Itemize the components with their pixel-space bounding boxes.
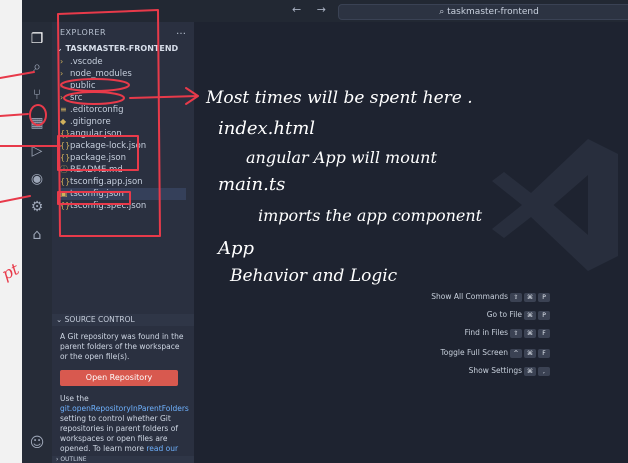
chevron-right-icon: › xyxy=(60,81,64,90)
more-actions-icon[interactable]: … xyxy=(176,26,186,37)
extensions-icon[interactable]: ▦ xyxy=(28,114,46,132)
file-item[interactable]: › src xyxy=(60,92,82,104)
chevron-right-icon: › xyxy=(60,57,64,66)
explorer-title: EXPLORER xyxy=(60,28,106,37)
accounts-icon[interactable]: ☺ xyxy=(28,434,46,452)
file-item[interactable]: {}angular.json xyxy=(60,128,122,140)
file-item[interactable]: ◆ .gitignore xyxy=(60,116,111,128)
file-item[interactable]: {}tsconfig.spec.json xyxy=(60,200,146,212)
use-text: Use the git.openRepositoryInParentFolders… xyxy=(60,394,189,453)
ts-file-icon: ▣ xyxy=(60,189,68,198)
json-file-icon: {} xyxy=(60,201,71,210)
shortcut-find-in-files[interactable]: Find in Files ⇧ ⌘ F xyxy=(430,328,550,338)
config-file-icon: ≡ xyxy=(60,105,67,114)
vscode-screen: ← → ⌕ taskmaster-frontend ❐ ⌕ ⑂ ▦ ▷ ◉ ⚙ … xyxy=(0,0,628,463)
photo-edge xyxy=(0,0,22,463)
nav-arrows[interactable]: ← → xyxy=(292,3,332,16)
remote-icon[interactable]: ◉ xyxy=(28,170,46,188)
project-folder[interactable]: ⌄ TASKMASTER-FRONTEND xyxy=(56,44,178,53)
titlebar: ← → ⌕ taskmaster-frontend xyxy=(22,0,628,23)
file-item[interactable]: › public xyxy=(60,80,96,92)
file-item[interactable]: › .vscode xyxy=(60,56,103,68)
read-more-link[interactable]: read our xyxy=(146,444,178,453)
file-item[interactable]: {}package.json xyxy=(60,152,126,164)
annotation-line-6: App xyxy=(218,238,255,259)
shortcut-toggle-full-screen[interactable]: Toggle Full Screen ^ ⌘ F xyxy=(430,348,550,358)
file-item[interactable]: ≡ .editorconfig xyxy=(60,104,124,116)
test-icon[interactable]: ⌂ xyxy=(28,226,46,244)
source-control-header[interactable]: ⌄ SOURCE CONTROL xyxy=(52,314,194,326)
explorer-icon[interactable]: ❐ xyxy=(28,30,46,48)
search-icon: ⌕ xyxy=(439,7,448,17)
activity-bar: ❐ ⌕ ⑂ ▦ ▷ ◉ ⚙ ⌂ ☺ xyxy=(22,22,52,463)
annotation-line-2: index.html xyxy=(218,118,316,139)
open-repository-button[interactable]: Open Repository xyxy=(60,370,178,386)
git-message: A Git repository was found in the parent… xyxy=(60,332,184,361)
annotation-line-7: Behavior and Logic xyxy=(230,266,398,286)
setting-link[interactable]: git.openRepositoryInParentFolders xyxy=(60,404,189,413)
info-icon: ⓘ xyxy=(60,165,68,174)
file-item[interactable]: {}package-lock.json xyxy=(60,140,146,152)
shortcut-show-settings[interactable]: Show Settings ⌘, xyxy=(430,366,550,376)
json-file-icon: {} xyxy=(60,153,71,162)
annotation-line-1: Most times will be spent here . xyxy=(206,88,473,108)
source-control-icon[interactable]: ⑂ xyxy=(28,86,46,104)
command-center-search[interactable]: ⌕ taskmaster-frontend xyxy=(338,4,628,20)
run-debug-icon[interactable]: ▷ xyxy=(28,142,46,160)
settings-icon[interactable]: ⚙ xyxy=(28,198,46,216)
annotation-line-4: main.ts xyxy=(218,174,286,195)
json-file-icon: {} xyxy=(60,129,71,138)
shortcut-show-all-commands[interactable]: Show All Commands ⇧ ⌘ P xyxy=(430,292,550,302)
shortcut-go-to-file[interactable]: Go to File ⌘ P xyxy=(430,310,550,320)
annotation-line-3: angular App will mount xyxy=(246,148,437,167)
workspace-name: taskmaster-frontend xyxy=(447,7,539,17)
file-item[interactable]: ▣ tsconfig.json xyxy=(60,188,186,200)
outline-header[interactable]: › OUTLINE xyxy=(52,456,194,463)
json-file-icon: {} xyxy=(60,177,71,186)
project-name: TASKMASTER-FRONTEND xyxy=(65,44,179,53)
chevron-right-icon: › xyxy=(60,69,64,78)
annotation-line-5: imports the app component xyxy=(258,206,483,225)
git-file-icon: ◆ xyxy=(60,117,67,126)
search-icon[interactable]: ⌕ xyxy=(28,58,46,76)
chevron-right-icon: › xyxy=(60,93,64,102)
json-file-icon: {} xyxy=(60,141,71,150)
file-item[interactable]: {}tsconfig.app.json xyxy=(60,176,143,188)
file-item[interactable]: ⓘ README.md xyxy=(60,164,123,176)
vscode-logo-watermark xyxy=(492,139,618,271)
explorer-sidebar: EXPLORER … ⌄ TASKMASTER-FRONTEND › .vscod… xyxy=(52,22,194,463)
file-item[interactable]: › node_modules xyxy=(60,68,132,80)
